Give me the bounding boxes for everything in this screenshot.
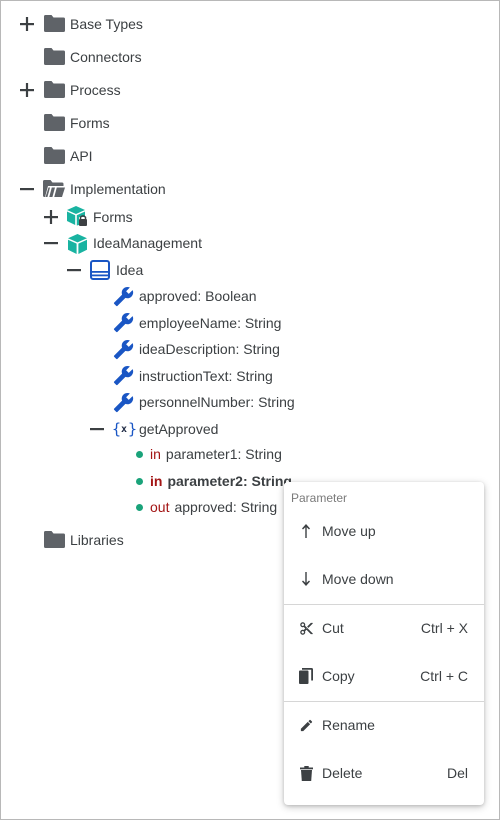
project-explorer: Base Types Connectors Process Forms API — [0, 0, 500, 820]
tree-item-libraries[interactable]: Libraries — [70, 527, 124, 553]
attribute-name: approved — [139, 288, 198, 304]
tree-item-process[interactable]: Process — [70, 77, 121, 103]
menu-item-delete[interactable]: Delete Del — [284, 751, 484, 795]
method-get-approved[interactable]: getApproved — [139, 416, 218, 442]
tree-item-label: Forms — [93, 209, 133, 225]
wrench-icon — [112, 391, 134, 413]
class-icon — [89, 259, 111, 281]
attribute-employee-name[interactable]: employeeName: String — [139, 310, 281, 336]
arrow-down-icon — [298, 570, 314, 588]
context-menu: Parameter Move up Move down Cut Ctrl + X — [284, 482, 484, 805]
menu-item-move-up[interactable]: Move up — [284, 509, 484, 553]
param-direction: in — [150, 473, 163, 489]
menu-item-label: Copy — [322, 668, 355, 684]
folder-icon — [43, 113, 65, 131]
menu-item-shortcut: Ctrl + X — [420, 620, 468, 636]
parameter-dot-icon — [135, 450, 143, 458]
menu-item-shortcut: Del — [446, 765, 468, 781]
context-menu-header: Parameter — [291, 491, 348, 505]
tree-item-label: IdeaManagement — [93, 235, 202, 251]
pencil-icon — [298, 716, 314, 734]
param-direction: in — [150, 446, 161, 462]
menu-item-label: Delete — [322, 765, 363, 781]
menu-item-label: Move up — [322, 523, 376, 539]
locked-package-icon — [66, 206, 88, 227]
attribute-instruction-text[interactable]: instructionText: String — [139, 363, 273, 389]
tree-item-label: Implementation — [70, 181, 166, 197]
method-label: getApproved — [139, 421, 219, 437]
tree-item-label: Base Types — [70, 16, 143, 32]
parameter-dot-icon — [135, 477, 143, 485]
menu-item-label: Rename — [322, 717, 375, 733]
attribute-approved[interactable]: approved: Boolean — [139, 283, 257, 309]
menu-item-label: Move down — [322, 571, 394, 587]
attribute-name: employeeName — [139, 315, 238, 331]
open-folder-icon — [43, 179, 65, 197]
tree-item-api[interactable]: API — [70, 143, 93, 169]
menu-item-copy[interactable]: Copy Ctrl + C — [284, 654, 484, 698]
collapse-minus-icon[interactable] — [44, 236, 58, 250]
tree-item-label: Process — [70, 82, 121, 98]
parameter-1[interactable]: in parameter1: String — [150, 441, 282, 467]
expand-plus-icon[interactable] — [44, 210, 58, 224]
attribute-type: : String — [250, 394, 295, 410]
arrow-up-icon — [298, 522, 314, 540]
wrench-icon — [112, 285, 134, 307]
param-direction: out — [150, 499, 170, 515]
attribute-idea-description[interactable]: ideaDescription: String — [139, 336, 280, 362]
menu-item-label: Cut — [322, 620, 344, 636]
tree-item-label: Connectors — [70, 49, 142, 65]
attribute-type: : String — [237, 315, 282, 331]
tree-item-idea-management[interactable]: IdeaManagement — [93, 230, 202, 256]
folder-icon — [43, 47, 65, 65]
collapse-minus-icon[interactable] — [67, 263, 81, 277]
tree-item-forms[interactable]: Forms — [70, 110, 110, 136]
wrench-icon — [112, 338, 134, 360]
attribute-name: personnelNumber — [139, 394, 251, 410]
collapse-minus-icon[interactable] — [20, 182, 34, 196]
parameter-3[interactable]: out approved: String — [150, 494, 277, 520]
parameter-dot-icon — [135, 503, 143, 511]
tree-item-impl-forms[interactable]: Forms — [93, 204, 133, 230]
attribute-type: : Boolean — [197, 288, 257, 304]
menu-item-rename[interactable]: Rename — [284, 703, 484, 747]
wrench-icon — [112, 364, 134, 386]
tree-item-connectors[interactable]: Connectors — [70, 44, 142, 70]
folder-icon — [43, 80, 65, 98]
tree-item-label: Forms — [70, 115, 110, 131]
tree-item-base-types[interactable]: Base Types — [70, 11, 143, 37]
scissors-icon — [298, 619, 314, 637]
expand-plus-icon[interactable] — [20, 17, 34, 31]
tree-item-idea[interactable]: Idea — [116, 257, 143, 283]
menu-item-move-down[interactable]: Move down — [284, 557, 484, 601]
folder-icon — [43, 530, 65, 548]
attribute-personnel-number[interactable]: personnelNumber: String — [139, 389, 295, 415]
param-label: parameter2: String — [167, 473, 292, 489]
attribute-name: ideaDescription — [139, 341, 236, 357]
param-label: approved: String — [174, 499, 278, 515]
param-label: parameter1: String — [165, 446, 282, 462]
package-icon — [66, 233, 88, 254]
menu-item-shortcut: Ctrl + C — [420, 668, 468, 684]
attribute-name: instructionText — [139, 368, 229, 384]
expand-plus-icon[interactable] — [20, 83, 34, 97]
wrench-icon — [112, 311, 134, 333]
menu-item-cut[interactable]: Cut Ctrl + X — [284, 606, 484, 650]
parameter-2-selected[interactable]: in parameter2: String — [150, 468, 292, 494]
menu-divider — [284, 604, 484, 605]
tree-item-label: API — [70, 148, 93, 164]
trash-icon — [298, 764, 314, 782]
tree-item-label: Idea — [116, 262, 144, 278]
folder-icon — [43, 14, 65, 32]
attribute-type: : String — [228, 368, 273, 384]
method-icon: {x} — [111, 420, 137, 438]
tree-item-label: Libraries — [70, 532, 124, 548]
tree-item-implementation[interactable]: Implementation — [70, 176, 166, 202]
collapse-minus-icon[interactable] — [90, 422, 104, 436]
attribute-type: : String — [235, 341, 280, 357]
folder-icon — [43, 146, 65, 164]
menu-divider — [284, 701, 484, 702]
copy-icon — [298, 667, 314, 685]
